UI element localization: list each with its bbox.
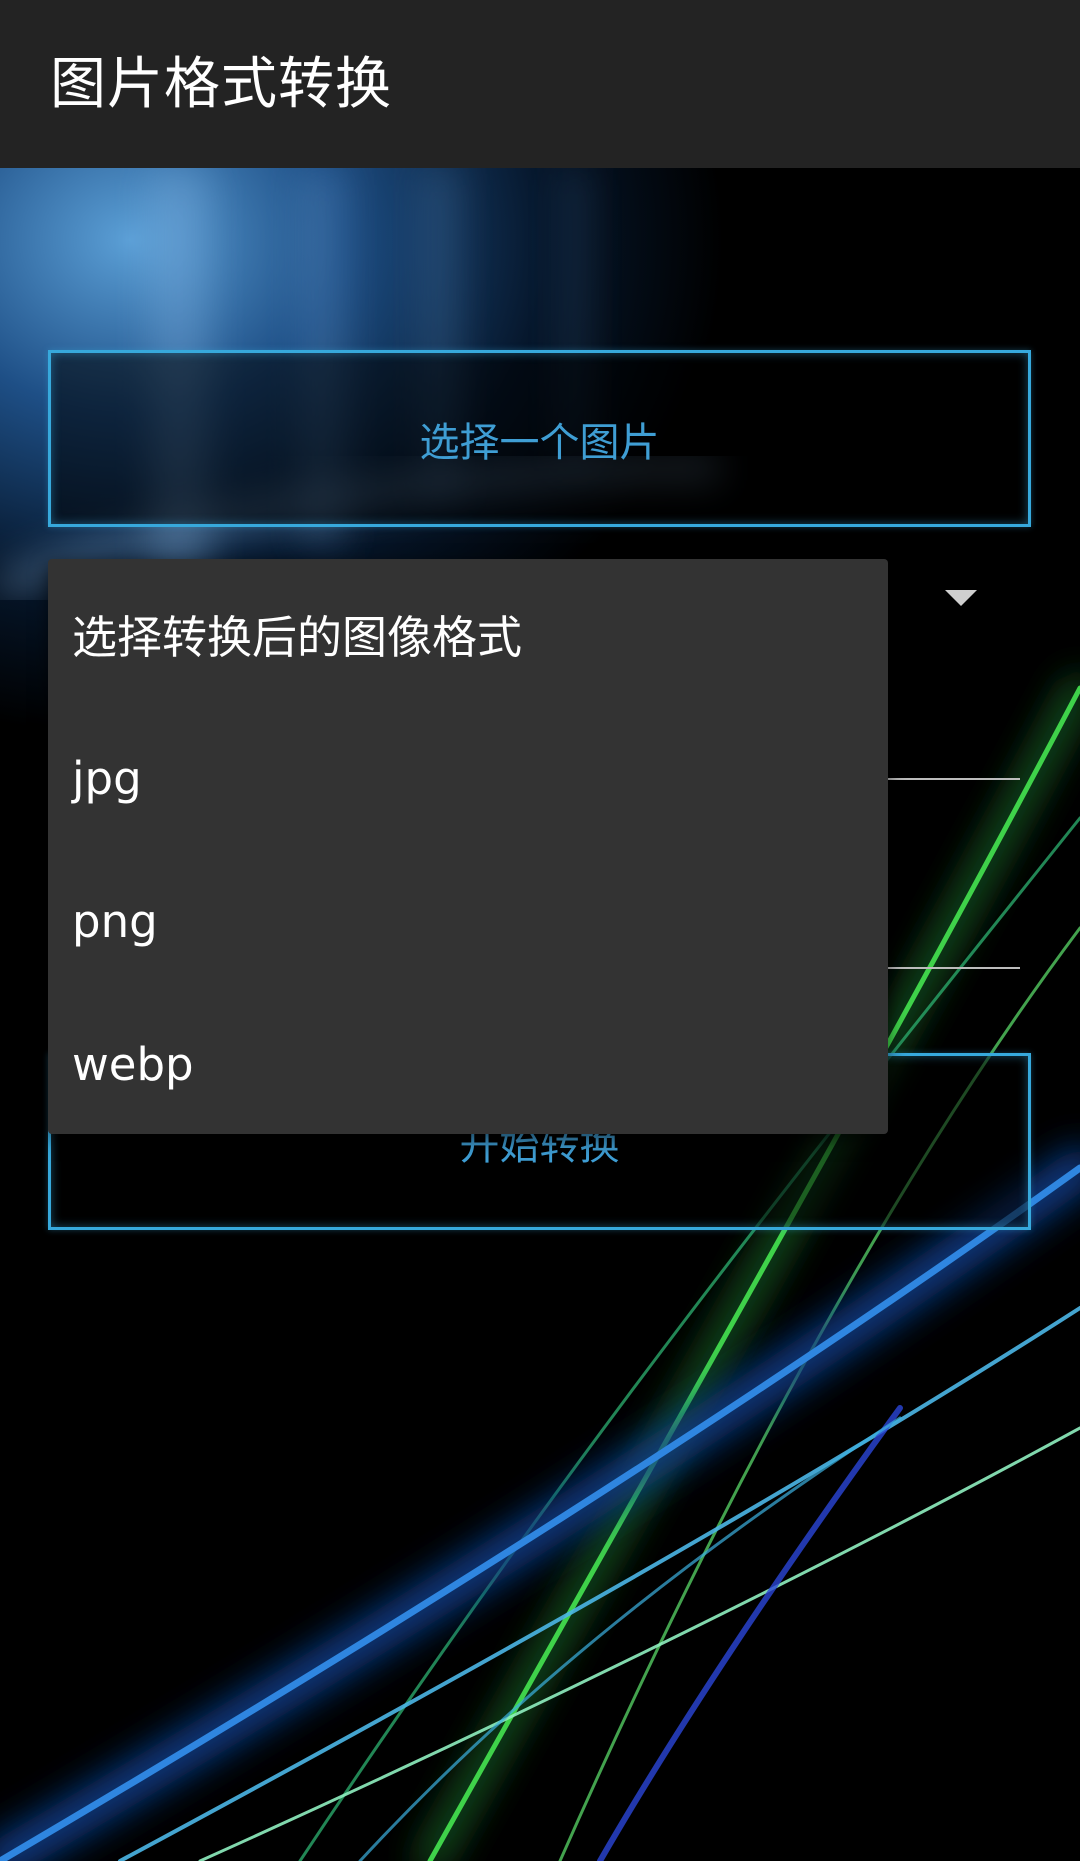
format-dropdown-menu: 选择转换后的图像格式 jpg png webp <box>48 559 888 1134</box>
input-underline <box>885 967 1020 969</box>
caret-down-icon[interactable] <box>945 590 977 606</box>
select-image-button[interactable]: 选择一个图片 <box>48 350 1031 527</box>
dropdown-option-webp[interactable]: webp <box>48 993 888 1136</box>
app-bar: 图片格式转换 <box>0 0 1080 168</box>
input-underline <box>885 778 1020 780</box>
dropdown-option-png[interactable]: png <box>48 850 888 993</box>
app-title: 图片格式转换 <box>50 52 392 117</box>
dropdown-option-prompt[interactable]: 选择转换后的图像格式 <box>48 559 888 707</box>
dropdown-option-jpg[interactable]: jpg <box>48 707 888 850</box>
